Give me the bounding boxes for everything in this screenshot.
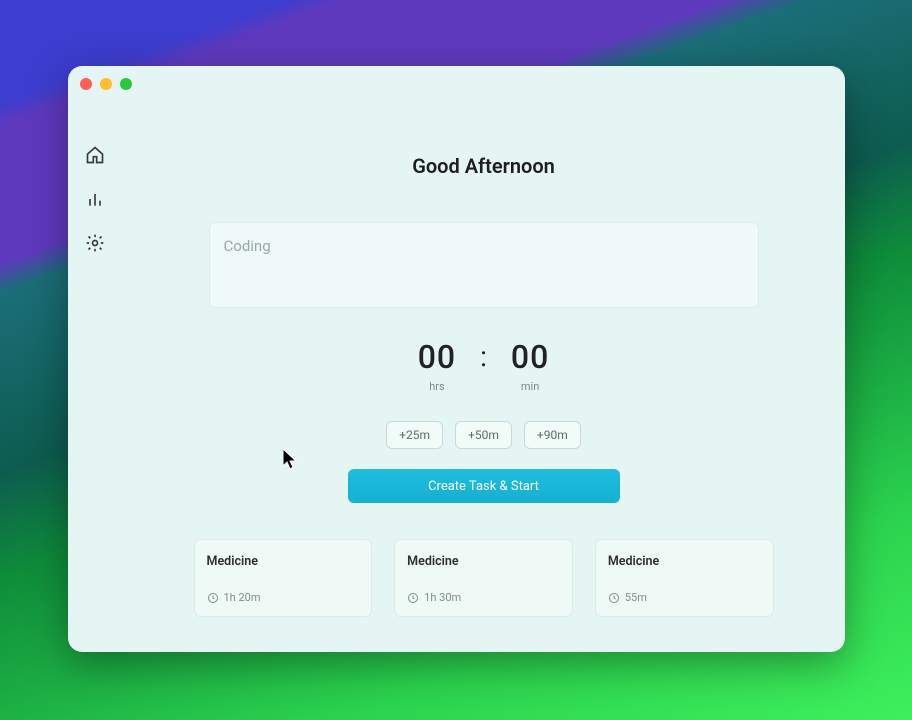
timer-display: 00 hrs : 00 min <box>418 338 550 393</box>
sidebar-item-settings[interactable] <box>80 228 110 258</box>
sidebar-item-analytics[interactable] <box>80 184 110 214</box>
main-content: Good Afternoon 00 hrs : 00 min +25m +50m… <box>122 66 845 652</box>
sidebar-item-home[interactable] <box>80 140 110 170</box>
preset-90m-button[interactable]: +90m <box>524 421 581 449</box>
clock-icon <box>407 592 419 604</box>
recent-task-title: Medicine <box>608 554 761 569</box>
recent-tasks: Medicine 1h 20m Medicine 1h 30m Medicine… <box>194 539 774 617</box>
timer-hours-label: hrs <box>429 380 444 393</box>
preset-row: +25m +50m +90m <box>386 421 580 449</box>
preset-25m-button[interactable]: +25m <box>386 421 443 449</box>
task-input[interactable] <box>209 222 759 308</box>
recent-task-card[interactable]: Medicine 55m <box>595 539 774 617</box>
preset-50m-button[interactable]: +50m <box>455 421 512 449</box>
app-window: Good Afternoon 00 hrs : 00 min +25m +50m… <box>68 66 845 652</box>
recent-task-duration: 1h 20m <box>207 591 360 604</box>
recent-task-title: Medicine <box>407 554 560 569</box>
recent-task-duration: 1h 30m <box>407 591 560 604</box>
home-icon <box>85 145 105 165</box>
timer-minutes[interactable]: 00 <box>511 338 549 376</box>
create-task-button[interactable]: Create Task & Start <box>348 469 620 503</box>
gear-icon <box>85 233 105 253</box>
clock-icon <box>608 592 620 604</box>
recent-task-title: Medicine <box>207 554 360 569</box>
bar-chart-icon <box>85 189 105 209</box>
clock-icon <box>207 592 219 604</box>
timer-minutes-label: min <box>521 380 539 393</box>
recent-task-duration: 55m <box>608 591 761 604</box>
sidebar <box>68 66 122 652</box>
timer-hours[interactable]: 00 <box>418 338 456 376</box>
recent-task-card[interactable]: Medicine 1h 30m <box>394 539 573 617</box>
recent-task-card[interactable]: Medicine 1h 20m <box>194 539 373 617</box>
timer-separator: : <box>480 338 487 373</box>
page-title: Good Afternoon <box>122 154 845 178</box>
